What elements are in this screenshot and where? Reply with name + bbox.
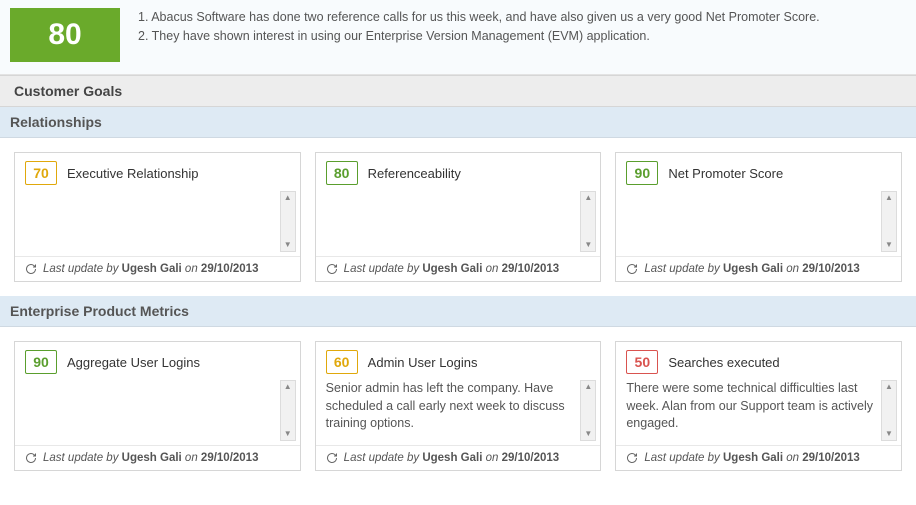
- card-header: 60 Admin User Logins: [316, 342, 601, 378]
- card-body-text: Senior admin has left the company. Have …: [326, 380, 581, 441]
- scroll-down-icon[interactable]: ▼: [584, 430, 592, 438]
- scroll-down-icon[interactable]: ▼: [284, 430, 292, 438]
- card-score-badge: 90: [25, 350, 57, 374]
- summary-banner: 80 1. Abacus Software has done two refer…: [0, 0, 916, 75]
- card-footer: Last update by Ugesh Gali on 29/10/2013: [316, 256, 601, 281]
- metric-card[interactable]: 50 Searches executed There were some techn…: [615, 341, 902, 471]
- scroll-up-icon[interactable]: ▲: [584, 194, 592, 202]
- metric-card[interactable]: 90Aggregate User Logins▲▼Last update by …: [14, 341, 301, 471]
- scrollbar[interactable]: ▲▼: [881, 191, 897, 252]
- card-body-text: [25, 191, 280, 252]
- refresh-icon: [326, 452, 338, 464]
- card-score-badge: 90: [626, 161, 658, 185]
- card-body-text: [326, 191, 581, 252]
- scroll-up-icon[interactable]: ▲: [885, 383, 893, 391]
- card-header: 90 Aggregate User Logins: [15, 342, 300, 378]
- scroll-up-icon[interactable]: ▲: [885, 194, 893, 202]
- card-header: 50 Searches executed: [616, 342, 901, 378]
- scroll-down-icon[interactable]: ▼: [885, 430, 893, 438]
- last-update-text: Last update by Ugesh Gali on 29/10/2013: [43, 263, 258, 275]
- card-body-text: [626, 191, 881, 252]
- scrollbar[interactable]: ▲▼: [280, 380, 296, 441]
- refresh-icon: [25, 263, 37, 275]
- metric-card[interactable]: 80Referenceability▲▼Last update by Ugesh…: [315, 152, 602, 282]
- summary-line-2: 2. They have shown interest in using our…: [138, 27, 820, 46]
- epm-cards-row: 90Aggregate User Logins▲▼Last update by …: [0, 327, 916, 485]
- card-footer: Last update by Ugesh Gali on 29/10/2013: [15, 256, 300, 281]
- subsection-relationships: Relationships: [0, 107, 916, 138]
- card-body-wrap: Senior admin has left the company. Have …: [316, 378, 601, 445]
- card-score-badge: 80: [326, 161, 358, 185]
- summary-line-1: 1. Abacus Software has done two referenc…: [138, 8, 820, 27]
- last-update-text: Last update by Ugesh Gali on 29/10/2013: [644, 452, 859, 464]
- card-header: 90 Net Promoter Score: [616, 153, 901, 189]
- refresh-icon: [626, 263, 638, 275]
- scroll-up-icon[interactable]: ▲: [284, 194, 292, 202]
- card-title: Searches executed: [668, 355, 779, 370]
- section-customer-goals: Customer Goals: [0, 75, 916, 107]
- refresh-icon: [626, 452, 638, 464]
- scrollbar[interactable]: ▲▼: [580, 191, 596, 252]
- scroll-up-icon[interactable]: ▲: [584, 383, 592, 391]
- card-body-wrap: ▲▼: [616, 189, 901, 256]
- metric-card[interactable]: 60 Admin User Logins Senior admin has left…: [315, 341, 602, 471]
- card-body-wrap: ▲▼: [15, 378, 300, 445]
- card-footer: Last update by Ugesh Gali on 29/10/2013: [616, 256, 901, 281]
- summary-text: 1. Abacus Software has done two referenc…: [138, 8, 820, 46]
- scrollbar[interactable]: ▲▼: [580, 380, 596, 441]
- metric-card[interactable]: 90Net Promoter Score▲▼Last update by Uge…: [615, 152, 902, 282]
- card-title: Admin User Logins: [368, 355, 478, 370]
- overall-score-badge: 80: [10, 8, 120, 62]
- metric-card[interactable]: 70Executive Relationship▲▼Last update by…: [14, 152, 301, 282]
- scrollbar[interactable]: ▲▼: [881, 380, 897, 441]
- refresh-icon: [326, 263, 338, 275]
- scrollbar[interactable]: ▲▼: [280, 191, 296, 252]
- scroll-up-icon[interactable]: ▲: [284, 383, 292, 391]
- card-title: Net Promoter Score: [668, 166, 783, 181]
- card-footer: Last update by Ugesh Gali on 29/10/2013: [316, 445, 601, 470]
- last-update-text: Last update by Ugesh Gali on 29/10/2013: [644, 263, 859, 275]
- card-title: Aggregate User Logins: [67, 355, 200, 370]
- card-body-wrap: ▲▼: [15, 189, 300, 256]
- last-update-text: Last update by Ugesh Gali on 29/10/2013: [344, 263, 559, 275]
- refresh-icon: [25, 452, 37, 464]
- card-header: 80 Referenceability: [316, 153, 601, 189]
- card-title: Executive Relationship: [67, 166, 199, 181]
- card-score-badge: 70: [25, 161, 57, 185]
- scroll-down-icon[interactable]: ▼: [284, 241, 292, 249]
- subsection-epm: Enterprise Product Metrics: [0, 296, 916, 327]
- last-update-text: Last update by Ugesh Gali on 29/10/2013: [344, 452, 559, 464]
- card-header: 70 Executive Relationship: [15, 153, 300, 189]
- scroll-down-icon[interactable]: ▼: [885, 241, 893, 249]
- card-body-wrap: ▲▼: [316, 189, 601, 256]
- scroll-down-icon[interactable]: ▼: [584, 241, 592, 249]
- card-score-badge: 60: [326, 350, 358, 374]
- card-footer: Last update by Ugesh Gali on 29/10/2013: [616, 445, 901, 470]
- card-score-badge: 50: [626, 350, 658, 374]
- card-body-wrap: There were some technical difficulties l…: [616, 378, 901, 445]
- card-body-text: [25, 380, 280, 441]
- card-title: Referenceability: [368, 166, 461, 181]
- last-update-text: Last update by Ugesh Gali on 29/10/2013: [43, 452, 258, 464]
- card-body-text: There were some technical difficulties l…: [626, 380, 881, 441]
- relationships-cards-row: 70Executive Relationship▲▼Last update by…: [0, 138, 916, 296]
- card-footer: Last update by Ugesh Gali on 29/10/2013: [15, 445, 300, 470]
